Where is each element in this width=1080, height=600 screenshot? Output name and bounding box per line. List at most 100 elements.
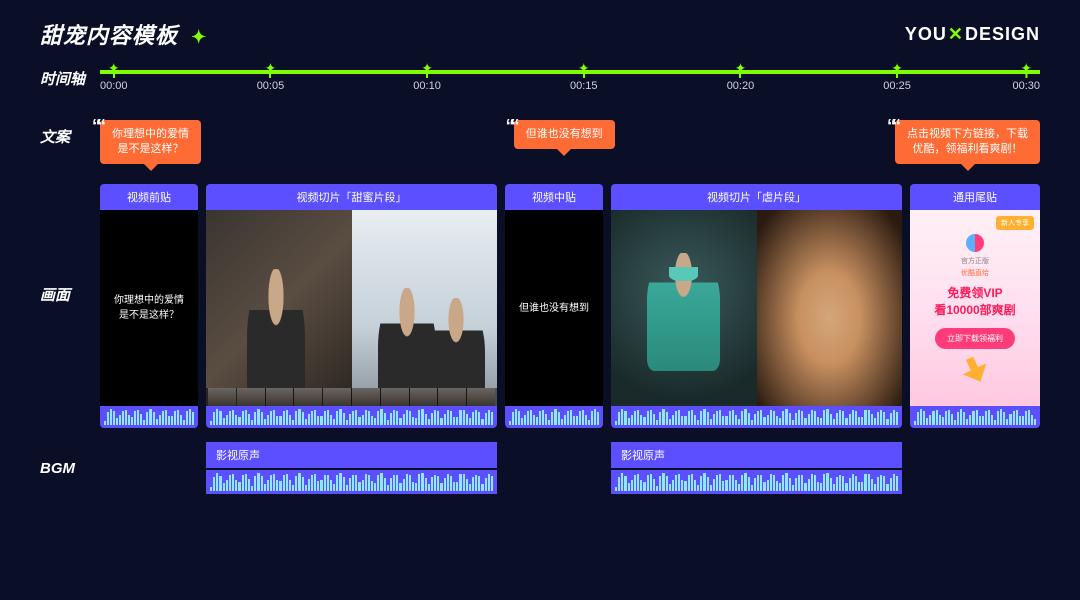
- clip-drama: 视频切片「虐片段」: [611, 184, 902, 428]
- clip-header: 视频切片「虐片段」: [611, 184, 902, 210]
- endcard-badge: 新人专享: [996, 216, 1034, 230]
- endcard-line2: 看10000部爽剧: [934, 301, 1015, 318]
- page-title: 甜宠内容模板 ✦: [40, 18, 207, 50]
- drama-scene-sweet: [206, 210, 497, 406]
- copy-bubble-2: 但谁也没有想到: [514, 120, 615, 149]
- visuals-label: 画面: [40, 184, 100, 305]
- tick-label: 00:00: [100, 80, 128, 92]
- bgm-body: 影视原声 影视原声: [100, 442, 1040, 494]
- bubble-text: 但谁也没有想到: [526, 128, 603, 140]
- star-icon: ✦: [421, 60, 433, 77]
- clip-endcard: 通用尾贴 新人专享 官方正版 优酷直给 免费领VIP 看10000部爽剧 立即下…: [910, 184, 1040, 428]
- timeline-label: 时间轴: [40, 62, 100, 89]
- tick-label: 00:20: [727, 80, 755, 92]
- copy-body: 你理想中的爱情 是不是这样？ 但谁也没有想到 点击视频下方链接，下载 优酷，领福…: [100, 120, 1040, 170]
- filmstrip-icon: [206, 388, 497, 406]
- endcard: 新人专享 官方正版 优酷直给 免费领VIP 看10000部爽剧 立即下载领福利: [910, 210, 1040, 406]
- youku-logo-icon: [966, 234, 984, 252]
- title-text: 甜宠内容模板: [40, 23, 178, 48]
- wave-icon: [206, 406, 497, 428]
- scene-left: [206, 210, 352, 406]
- clip-body: [611, 210, 902, 406]
- clip-midroll: 视频中贴 但谁也没有想到: [505, 184, 603, 428]
- clip-waveform: [206, 406, 497, 428]
- clip-body: [206, 210, 497, 406]
- wave-icon: [505, 406, 603, 428]
- clip-preroll: 视频前贴 你理想中的爱情 是不是这样？: [100, 184, 198, 428]
- star-icon: ✦: [265, 60, 277, 77]
- copy-bubble-3: 点击视频下方链接，下载 优酷，领福利看爽剧！: [895, 120, 1040, 164]
- bgm-spacer: [505, 442, 603, 494]
- scene-left: [611, 210, 757, 406]
- tick-label: 00:10: [413, 80, 441, 92]
- bgm-spacer: [100, 442, 198, 494]
- scene-right: [352, 210, 498, 406]
- star-icon: ✦: [891, 60, 903, 77]
- bgm-spacer: [910, 442, 1040, 494]
- endcard-sub: 官方正版: [961, 256, 989, 266]
- logo-x-icon: ✕: [948, 24, 964, 44]
- clip-header: 视频前贴: [100, 184, 198, 210]
- visuals-row: 画面 视频前贴 你理想中的爱情 是不是这样？ 视频切片「甜蜜片段」: [40, 184, 1040, 428]
- bgm-track-2: 影视原声: [611, 442, 902, 494]
- surgeon-icon: [647, 253, 720, 371]
- clip-waveform: [910, 406, 1040, 428]
- spark-icon: ✦: [191, 27, 207, 47]
- content: 时间轴 ✦00:00 ✦00:05 ✦00:10 ✦00:15 ✦00:20 ✦…: [0, 62, 1080, 494]
- clip-header: 视频中贴: [505, 184, 603, 210]
- bgm-header: 影视原声: [611, 442, 902, 468]
- wave-icon: [910, 406, 1040, 428]
- wave-icon: [611, 406, 902, 428]
- clip-body: 但谁也没有想到: [505, 210, 603, 406]
- tick-label: 00:15: [570, 80, 598, 92]
- clip-header: 视频切片「甜蜜片段」: [206, 184, 497, 210]
- tick-4: ✦00:20: [727, 66, 755, 92]
- bubble-text: 点击视频下方链接，下载 优酷，领福利看爽剧！: [907, 128, 1028, 155]
- figure-icon: [247, 269, 305, 406]
- logo-pre: YOU: [905, 24, 947, 44]
- bgm-waveform: [611, 470, 902, 494]
- scene-right: [757, 210, 903, 406]
- clip-sweet: 视频切片「甜蜜片段」: [206, 184, 497, 428]
- bubble-text: 你理想中的爱情 是不是这样？: [112, 128, 189, 155]
- endcard-cta: 立即下载领福利: [935, 328, 1015, 349]
- tick-label: 00:30: [1012, 80, 1040, 92]
- star-icon: ✦: [108, 60, 120, 77]
- clip-body: 你理想中的爱情 是不是这样？: [100, 210, 198, 406]
- brand-logo: YOU✕DESIGN: [905, 24, 1040, 45]
- download-arrow-icon: [958, 352, 993, 387]
- copy-label: 文案: [40, 120, 100, 147]
- clip-header: 通用尾贴: [910, 184, 1040, 210]
- timeline-body: ✦00:00 ✦00:05 ✦00:10 ✦00:15 ✦00:20 ✦00:2…: [100, 62, 1040, 106]
- clip-text: 你理想中的爱情 是不是这样？: [108, 293, 190, 323]
- logo-post: DESIGN: [965, 24, 1040, 44]
- bgm-header: 影视原声: [206, 442, 497, 468]
- clip-body: 新人专享 官方正版 优酷直给 免费领VIP 看10000部爽剧 立即下载领福利: [910, 210, 1040, 406]
- tick-label: 00:25: [883, 80, 911, 92]
- header: 甜宠内容模板 ✦ YOU✕DESIGN: [0, 0, 1080, 62]
- copy-row: 文案 你理想中的爱情 是不是这样？ 但谁也没有想到 点击视频下方链接，下载 优酷…: [40, 120, 1040, 170]
- timeline-row: 时间轴 ✦00:00 ✦00:05 ✦00:10 ✦00:15 ✦00:20 ✦…: [40, 62, 1040, 106]
- clip-waveform: [100, 406, 198, 428]
- bgm-row: BGM 影视原声 影视原声: [40, 442, 1040, 494]
- tick-1: ✦00:05: [257, 66, 285, 92]
- clips-body: 视频前贴 你理想中的爱情 是不是这样？ 视频切片「甜蜜片段」 视频中贴 但谁也没…: [100, 184, 1040, 428]
- endcard-line1: 免费领VIP: [947, 284, 1002, 301]
- drama-scene-surgery: [611, 210, 902, 406]
- star-icon: ✦: [1020, 60, 1032, 77]
- endcard-sub2: 优酷直给: [961, 268, 989, 278]
- tick-6: ✦00:30: [1012, 66, 1040, 92]
- bgm-waveform: [206, 470, 497, 494]
- timeline-marks: ✦00:00 ✦00:05 ✦00:10 ✦00:15 ✦00:20 ✦00:2…: [100, 80, 1040, 106]
- tick-label: 00:05: [257, 80, 285, 92]
- bgm-label: BGM: [40, 442, 100, 477]
- clip-waveform: [611, 406, 902, 428]
- clip-text: 但谁也没有想到: [513, 301, 595, 316]
- tick-0: ✦00:00: [100, 66, 128, 92]
- tick-5: ✦00:25: [883, 66, 911, 92]
- star-icon: ✦: [735, 60, 747, 77]
- wave-icon: [206, 470, 497, 494]
- wave-icon: [611, 470, 902, 494]
- clip-waveform: [505, 406, 603, 428]
- star-icon: ✦: [578, 60, 590, 77]
